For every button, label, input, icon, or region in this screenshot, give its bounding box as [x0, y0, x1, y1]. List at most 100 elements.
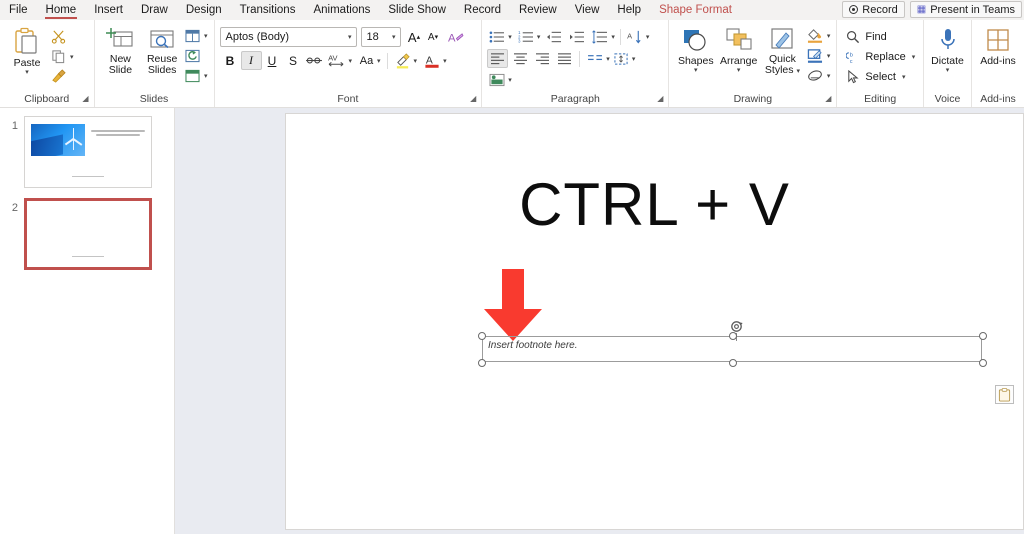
strikethrough-button[interactable]: [304, 51, 325, 70]
replace-button[interactable]: b c Replace ▾: [842, 47, 916, 67]
italic-button[interactable]: I: [240, 51, 262, 70]
arrange-chevron-down-icon[interactable]: ▾: [737, 67, 741, 75]
bullets-chevron-down-icon[interactable]: ▾: [507, 33, 513, 41]
numbering-chevron-down-icon[interactable]: ▾: [536, 33, 542, 41]
layout-button[interactable]: [183, 26, 202, 45]
line-spacing-button[interactable]: [590, 27, 610, 46]
text-direction-button[interactable]: A: [625, 27, 645, 46]
tab-design[interactable]: Design: [177, 0, 231, 20]
decrease-font-size-button[interactable]: A ▾: [424, 28, 443, 47]
character-spacing-button[interactable]: AV: [325, 51, 348, 70]
thumbnail-slide-1[interactable]: [24, 116, 152, 188]
chevron-down-icon[interactable]: ▾: [25, 69, 29, 77]
shapes-chevron-down-icon[interactable]: ▾: [694, 67, 698, 75]
resize-handle-bottom-center[interactable]: [729, 359, 737, 367]
clipboard-dialog-launcher[interactable]: ◢: [82, 92, 88, 106]
align-left-button[interactable]: [487, 49, 509, 68]
resize-handle-bottom-right[interactable]: [979, 359, 987, 367]
line-spacing-chevron-down-icon[interactable]: ▾: [610, 33, 616, 41]
down-arrow-shape[interactable]: [482, 269, 544, 342]
align-text-chevron-down-icon[interactable]: ▾: [631, 55, 637, 63]
new-slide-button[interactable]: New Slide: [100, 25, 142, 76]
cut-button[interactable]: [49, 27, 68, 46]
shape-effects-chevron-down-icon[interactable]: ▾: [826, 72, 832, 80]
font-color-chevron-down-icon[interactable]: ▾: [442, 57, 448, 65]
bullets-button[interactable]: [487, 27, 507, 46]
font-size-input[interactable]: 18 ▾: [360, 27, 401, 47]
font-color-button[interactable]: A: [422, 51, 442, 70]
center-button[interactable]: [511, 49, 530, 68]
resize-handle-top-center[interactable]: [729, 332, 737, 340]
text-direction-chevron-down-icon[interactable]: ▾: [645, 33, 651, 41]
section-chevron-down-icon[interactable]: ▾: [203, 72, 209, 80]
quick-styles-chevron-down-icon[interactable]: ▾: [796, 68, 800, 75]
tab-review[interactable]: Review: [510, 0, 566, 20]
quick-styles-button[interactable]: Quick Styles ▾: [760, 25, 805, 76]
tab-shape-format[interactable]: Shape Format: [650, 0, 741, 20]
shape-effects-button[interactable]: [805, 66, 825, 85]
reset-button[interactable]: [183, 46, 202, 65]
paste-button[interactable]: Paste ▾: [5, 25, 49, 77]
font-name-chevron-down-icon[interactable]: ▾: [347, 33, 353, 41]
character-spacing-chevron-down-icon[interactable]: ▾: [348, 57, 354, 65]
paragraph-dialog-launcher[interactable]: ◢: [657, 92, 663, 106]
tab-file[interactable]: File: [0, 0, 37, 20]
drawing-dialog-launcher[interactable]: ◢: [825, 92, 831, 106]
align-text-button[interactable]: [611, 49, 631, 68]
thumbnail-item-2[interactable]: 2: [0, 198, 174, 270]
shape-fill-chevron-down-icon[interactable]: ▾: [826, 32, 832, 40]
format-painter-button[interactable]: [49, 67, 68, 86]
tab-record[interactable]: Record: [455, 0, 510, 20]
copy-button[interactable]: [49, 47, 68, 66]
paste-options-button[interactable]: [995, 385, 1014, 404]
increase-font-size-button[interactable]: A ▴: [405, 28, 424, 47]
find-button[interactable]: Find: [842, 27, 887, 47]
layout-chevron-down-icon[interactable]: ▾: [203, 32, 209, 40]
footnote-textbox-text[interactable]: Insert footnote here.: [488, 340, 578, 351]
decrease-indent-button[interactable]: [544, 27, 564, 46]
tab-home[interactable]: Home: [37, 0, 86, 20]
add-ins-button[interactable]: Add-ins: [977, 25, 1019, 67]
present-in-teams-button[interactable]: ▦ Present in Teams: [909, 1, 1022, 18]
dictate-button[interactable]: Dictate ▾: [929, 25, 966, 75]
bold-button[interactable]: B: [220, 51, 241, 70]
columns-button[interactable]: [585, 49, 605, 68]
record-button[interactable]: Record: [842, 1, 905, 18]
shape-fill-button[interactable]: [805, 26, 825, 45]
thumbnail-item-1[interactable]: 1: [0, 116, 174, 188]
increase-indent-button[interactable]: [567, 27, 587, 46]
numbering-button[interactable]: 1 2 3: [516, 27, 536, 46]
tab-insert[interactable]: Insert: [85, 0, 132, 20]
replace-chevron-down-icon[interactable]: ▾: [911, 53, 917, 61]
change-case-button[interactable]: Aa: [357, 51, 376, 70]
section-button[interactable]: [183, 66, 202, 85]
reuse-slides-button[interactable]: Reuse Slides: [141, 25, 183, 76]
font-dialog-launcher[interactable]: ◢: [470, 92, 476, 106]
font-name-input[interactable]: Aptos (Body) ▾: [219, 27, 357, 47]
resize-handle-top-right[interactable]: [979, 332, 987, 340]
dictate-chevron-down-icon[interactable]: ▾: [946, 67, 950, 75]
tab-help[interactable]: Help: [608, 0, 650, 20]
resize-handle-top-left[interactable]: [478, 332, 486, 340]
slide-thumbnail-pane[interactable]: 1 2: [0, 108, 175, 534]
slide-title-text[interactable]: CTRL + V: [286, 170, 1023, 239]
align-right-button[interactable]: [533, 49, 552, 68]
text-highlight-color-button[interactable]: [393, 51, 413, 70]
copy-chevron-down-icon[interactable]: ▾: [69, 53, 75, 61]
tab-transitions[interactable]: Transitions: [231, 0, 305, 20]
slide-editing-surface[interactable]: CTRL + V Insert footnote here.: [285, 113, 1024, 530]
arrange-button[interactable]: Arrange ▾: [717, 25, 760, 75]
shapes-button[interactable]: Shapes ▾: [674, 25, 717, 75]
change-case-chevron-down-icon[interactable]: ▾: [376, 57, 382, 65]
text-shadow-button[interactable]: S: [283, 51, 304, 70]
tab-animations[interactable]: Animations: [304, 0, 379, 20]
tab-draw[interactable]: Draw: [132, 0, 177, 20]
tab-view[interactable]: View: [566, 0, 609, 20]
text-highlight-chevron-down-icon[interactable]: ▾: [413, 57, 419, 65]
shape-outline-button[interactable]: [805, 46, 825, 65]
shape-outline-chevron-down-icon[interactable]: ▾: [826, 52, 832, 60]
thumbnail-slide-2[interactable]: [24, 198, 152, 270]
clear-formatting-button[interactable]: A: [446, 28, 466, 47]
select-chevron-down-icon[interactable]: ▾: [901, 73, 907, 81]
smartart-chevron-down-icon[interactable]: ▾: [507, 76, 513, 84]
